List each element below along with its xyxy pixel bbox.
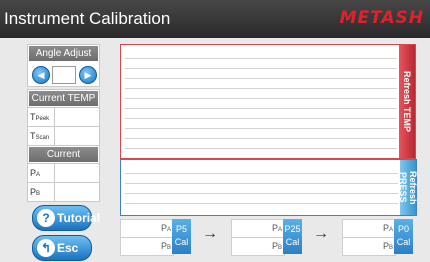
esc-button[interactable]: ↰ Esc bbox=[32, 235, 92, 261]
p25-pb-field[interactable]: PB bbox=[231, 237, 285, 256]
arrow-right-icon: → bbox=[202, 225, 218, 242]
refresh-temp-button[interactable]: Refresh TEMP bbox=[399, 45, 415, 158]
pb-label: PB bbox=[382, 241, 393, 251]
angle-adjust-panel: Angle Adjust ◀ ▶ bbox=[27, 44, 100, 87]
pa-label: PA bbox=[382, 223, 393, 233]
temp-scan-value bbox=[55, 127, 99, 145]
p0-pa-field[interactable]: PA bbox=[342, 219, 396, 238]
press-a-label: PA bbox=[28, 164, 55, 182]
angle-increase-button[interactable]: ▶ bbox=[79, 66, 97, 84]
back-arrow-icon: ↰ bbox=[37, 239, 55, 257]
temp-peek-label: TPeek bbox=[28, 108, 55, 126]
pa-label: PA bbox=[160, 223, 171, 233]
chevron-left-icon: ◀ bbox=[37, 70, 45, 80]
pb-label: PB bbox=[160, 241, 171, 251]
p25-cal-button[interactable]: P25 Cal bbox=[283, 219, 302, 254]
brand-logo: METASH bbox=[339, 8, 424, 28]
p25-cal-line2: Cal bbox=[285, 237, 300, 247]
p5-pa-field[interactable]: PA bbox=[120, 219, 174, 238]
angle-decrease-button[interactable]: ◀ bbox=[32, 66, 50, 84]
p25-pa-field[interactable]: PA bbox=[231, 219, 285, 238]
angle-value-field[interactable] bbox=[52, 66, 76, 84]
esc-label: Esc bbox=[57, 241, 79, 255]
title-bar: Instrument Calibration METASH bbox=[0, 0, 430, 38]
p0-pb-field[interactable]: PB bbox=[342, 237, 396, 256]
tutorial-button[interactable]: ? Tutorial bbox=[32, 205, 100, 231]
p0-cal-line2: Cal bbox=[396, 237, 411, 247]
press-a-row: PA bbox=[28, 163, 99, 182]
p0-cal-line1: P0 bbox=[397, 224, 409, 234]
press-b-row: PB bbox=[28, 182, 99, 201]
press-chart: Refresh PRESS bbox=[120, 159, 418, 216]
p5-pb-field[interactable]: PB bbox=[120, 237, 174, 256]
page-title: Instrument Calibration bbox=[4, 9, 171, 28]
p5-cal-button[interactable]: P5 Cal bbox=[172, 219, 191, 254]
press-chart-grid bbox=[125, 164, 398, 211]
press-b-label: PB bbox=[28, 183, 55, 201]
temp-scan-label: TScan bbox=[28, 127, 55, 145]
press-a-value bbox=[55, 164, 99, 182]
pa-label: PA bbox=[271, 223, 282, 233]
refresh-press-button[interactable]: Refresh PRESS bbox=[398, 160, 418, 215]
current-temp-label: Current TEMP bbox=[29, 91, 98, 106]
p5-cal-line1: P5 bbox=[175, 224, 187, 234]
current-temp-panel: Current TEMP TPeek TScan bbox=[27, 89, 100, 146]
chevron-right-icon: ▶ bbox=[84, 70, 92, 80]
press-b-value bbox=[55, 183, 99, 201]
pb-label: PB bbox=[271, 241, 282, 251]
arrow-right-icon: → bbox=[313, 225, 329, 242]
angle-adjust-row: ◀ ▶ bbox=[28, 62, 99, 86]
current-press-panel: Current PRESS PA PB bbox=[27, 145, 100, 202]
temp-peek-row: TPeek bbox=[28, 107, 99, 126]
question-icon: ? bbox=[37, 209, 55, 227]
p25-cal-line1: P25 bbox=[284, 224, 301, 234]
p5-cal-line2: Cal bbox=[174, 237, 189, 247]
temp-chart-grid bbox=[125, 49, 397, 154]
temp-peek-value bbox=[55, 108, 99, 126]
angle-adjust-label: Angle Adjust bbox=[29, 46, 98, 61]
current-press-label: Current PRESS bbox=[29, 147, 98, 175]
p0-cal-button[interactable]: P0 Cal bbox=[394, 219, 413, 254]
temp-chart: Refresh TEMP bbox=[120, 44, 416, 159]
temp-scan-row: TScan bbox=[28, 126, 99, 145]
tutorial-label: Tutorial bbox=[57, 211, 101, 225]
